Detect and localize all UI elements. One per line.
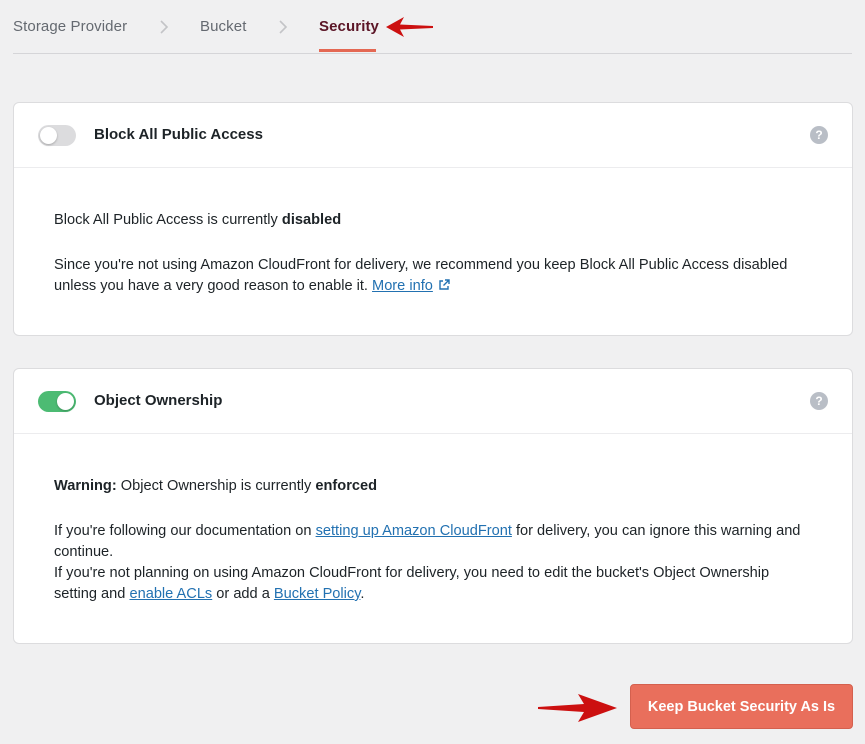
active-step-indicator (319, 49, 376, 52)
toggle-knob (57, 393, 74, 410)
step-bucket[interactable]: Bucket (200, 18, 246, 35)
object-ownership-header: Object Ownership ? (14, 369, 852, 434)
annotation-arrow-icon (386, 17, 433, 37)
object-ownership-body: Warning: Object Ownership is currently e… (14, 434, 852, 605)
public-access-description: Since you're not using Amazon CloudFront… (54, 257, 788, 294)
public-access-status: Block All Public Access is currently dis… (54, 212, 342, 228)
toggle-knob (40, 127, 57, 144)
object-ownership-toggle[interactable] (38, 391, 76, 412)
object-ownership-line-1: If you're following our documentation on… (54, 523, 801, 560)
chevron-right-icon (277, 20, 289, 34)
public-access-header: Block All Public Access ? (14, 103, 852, 168)
keep-bucket-security-button[interactable]: Keep Bucket Security As Is (630, 684, 853, 729)
public-access-body: Block All Public Access is currently dis… (14, 168, 852, 297)
bucket-policy-link[interactable]: Bucket Policy (274, 586, 361, 602)
public-access-title: Block All Public Access (94, 126, 263, 143)
public-access-status-value: disabled (281, 212, 342, 228)
setting-up-cloudfront-link[interactable]: setting up Amazon CloudFront (316, 523, 512, 539)
step-security[interactable]: Security (319, 18, 379, 35)
object-ownership-line-2: If you're not planning on using Amazon C… (54, 565, 770, 602)
object-ownership-warning: Warning: Object Ownership is currently e… (54, 478, 378, 494)
public-access-panel: Block All Public Access ? Block All Publ… (13, 102, 853, 336)
help-icon[interactable]: ? (810, 126, 828, 144)
external-link-icon[interactable] (438, 279, 450, 291)
step-storage-provider[interactable]: Storage Provider (13, 18, 127, 35)
object-ownership-status-value: enforced (315, 478, 378, 494)
object-ownership-title: Object Ownership (94, 392, 223, 409)
help-icon[interactable]: ? (810, 392, 828, 410)
block-public-access-toggle[interactable] (38, 125, 76, 146)
annotation-arrow-icon (538, 694, 617, 722)
chevron-right-icon (158, 20, 170, 34)
enable-acls-link[interactable]: enable ACLs (129, 586, 212, 602)
more-info-link[interactable]: More info (372, 278, 433, 294)
object-ownership-panel: Object Ownership ? Warning: Object Owner… (13, 368, 853, 644)
